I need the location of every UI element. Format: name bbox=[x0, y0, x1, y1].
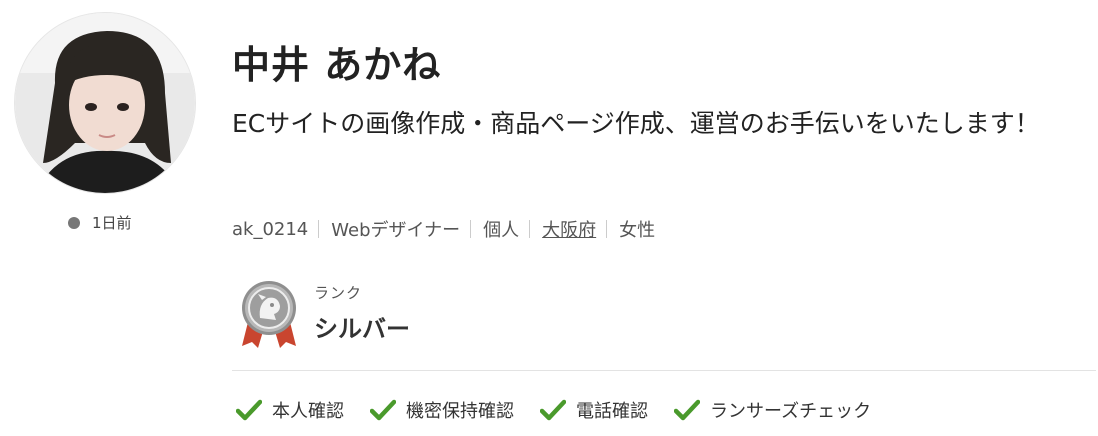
prefecture-link[interactable]: 大阪府 bbox=[542, 216, 596, 242]
check-icon bbox=[236, 399, 262, 421]
section-divider bbox=[232, 370, 1096, 371]
verification-label: 機密保持確認 bbox=[406, 401, 514, 422]
meta-separator bbox=[606, 220, 608, 238]
profile-name: 中井 あかね bbox=[232, 43, 442, 87]
meta-separator bbox=[470, 220, 472, 238]
verification-label: ランサーズチェック bbox=[710, 401, 872, 422]
rank-value: シルバー bbox=[314, 315, 410, 343]
profile-meta: ak_0214 Webデザイナー 個人 大阪府 女性 bbox=[232, 216, 655, 242]
verification-lancers-check: ランサーズチェック bbox=[674, 397, 871, 423]
meta-separator bbox=[318, 220, 320, 238]
gender: 女性 bbox=[619, 220, 656, 241]
verification-nda: 機密保持確認 bbox=[370, 397, 514, 423]
verification-label: 本人確認 bbox=[272, 401, 344, 422]
avatar-photo bbox=[15, 13, 195, 193]
profile-catchphrase: ECサイトの画像作成・商品ページ作成、運営のお手伝いをいたします！ bbox=[232, 109, 1040, 138]
verification-identity: 本人確認 bbox=[236, 397, 344, 423]
rank-label: ランク bbox=[314, 284, 363, 302]
verification-phone: 電話確認 bbox=[540, 397, 648, 423]
last-login-status: 1日前 bbox=[68, 212, 132, 233]
online-status-dot-icon bbox=[68, 216, 80, 229]
check-icon bbox=[540, 399, 566, 421]
meta-separator bbox=[529, 220, 531, 238]
last-login-text: 1日前 bbox=[92, 214, 132, 232]
occupation: Webデザイナー bbox=[331, 220, 461, 241]
check-icon bbox=[370, 399, 396, 421]
account-type: 個人 bbox=[483, 220, 520, 241]
verification-label: 電話確認 bbox=[576, 401, 648, 422]
verification-list: 本人確認 機密保持確認 電話確認 ランサーズチェック bbox=[236, 397, 897, 423]
user-id: ak_0214 bbox=[232, 218, 309, 240]
silver-rank-medal-icon bbox=[242, 281, 296, 348]
rank-section: ランク シルバー bbox=[238, 278, 410, 350]
check-icon bbox=[674, 399, 700, 421]
avatar[interactable] bbox=[14, 12, 196, 194]
